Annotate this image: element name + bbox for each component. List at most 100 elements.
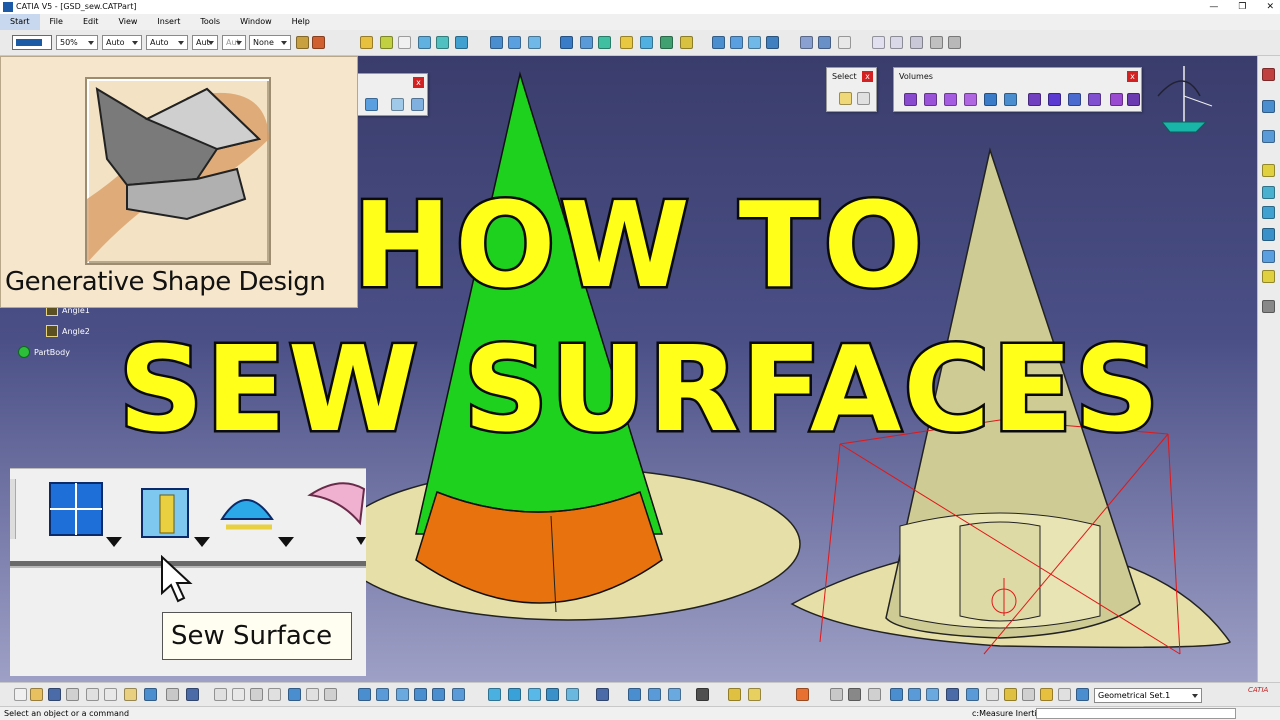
sweep-icon[interactable]	[1262, 250, 1275, 263]
part-icon[interactable]	[648, 688, 661, 701]
trim-icon[interactable]	[620, 36, 633, 49]
hide-show-icon[interactable]	[528, 688, 541, 701]
layer-combo[interactable]: None	[249, 35, 291, 50]
volume-revolve-icon[interactable]	[924, 93, 937, 106]
rotate-view-icon[interactable]	[396, 688, 409, 701]
sew-surface-icon[interactable]	[141, 488, 210, 547]
color-swatch[interactable]	[12, 35, 52, 50]
menu-insert[interactable]: Insert	[147, 14, 190, 30]
line-icon[interactable]	[908, 688, 921, 701]
point-icon[interactable]	[890, 688, 903, 701]
transparency-combo[interactable]: 50%	[56, 35, 98, 50]
close-button[interactable]: ✕	[1266, 0, 1274, 14]
join-icon[interactable]	[49, 482, 122, 547]
hole-icon[interactable]	[830, 688, 843, 701]
cut-icon[interactable]	[86, 688, 99, 701]
point-type-combo[interactable]: Aut	[192, 35, 218, 50]
translate-icon[interactable]	[712, 36, 725, 49]
compass-widget[interactable]	[1157, 66, 1213, 133]
menu-view[interactable]: View	[108, 14, 147, 30]
menu-window[interactable]: Window	[230, 14, 282, 30]
menu-file[interactable]: File	[40, 14, 73, 30]
zoom-out-icon[interactable]	[432, 688, 445, 701]
work-on-support-icon[interactable]	[838, 36, 851, 49]
axis-icon[interactable]	[868, 688, 881, 701]
render-style-combo[interactable]: Aut	[222, 35, 246, 50]
drafting-icon[interactable]	[628, 688, 641, 701]
volume-cylinder-icon[interactable]	[964, 93, 977, 106]
render-icon[interactable]	[508, 688, 521, 701]
close-icon[interactable]: x	[1127, 71, 1138, 82]
formula-icon[interactable]	[214, 688, 227, 701]
curve-icon[interactable]	[1262, 186, 1275, 199]
save-icon[interactable]	[48, 688, 61, 701]
knowledge-icon[interactable]	[232, 688, 245, 701]
brush-icon[interactable]	[312, 36, 325, 49]
offset-icon[interactable]	[1262, 228, 1275, 241]
measure-icon[interactable]	[930, 36, 943, 49]
volume-offset-icon[interactable]	[984, 93, 997, 106]
minimize-button[interactable]: —	[1209, 0, 1218, 14]
circle-icon[interactable]	[391, 98, 404, 111]
view-iso-icon[interactable]	[488, 688, 501, 701]
spline-icon[interactable]	[411, 98, 424, 111]
scaling-icon[interactable]	[766, 36, 779, 49]
measure-icon[interactable]	[1262, 100, 1275, 113]
volume-extrude-icon[interactable]	[904, 93, 917, 106]
intersection-icon[interactable]	[966, 688, 979, 701]
line-icon[interactable]	[380, 36, 393, 49]
close-icon[interactable]: x	[413, 77, 424, 88]
join-icon[interactable]	[560, 36, 573, 49]
axis-system-icon[interactable]	[800, 36, 813, 49]
paste-icon[interactable]	[124, 688, 137, 701]
geometrical-set-icon[interactable]	[1076, 688, 1089, 701]
undo-icon[interactable]	[144, 688, 157, 701]
restore-button[interactable]: ❐	[1238, 0, 1246, 14]
volume-remove-icon[interactable]	[1127, 93, 1140, 106]
shading-icon[interactable]	[566, 688, 579, 701]
point-icon[interactable]	[360, 36, 373, 49]
line-type-combo[interactable]: Auto	[146, 35, 188, 50]
measure-between-icon[interactable]	[948, 36, 961, 49]
volume-close-icon[interactable]	[1028, 93, 1041, 106]
revolve-icon[interactable]	[436, 36, 449, 49]
sew-icon[interactable]	[580, 36, 593, 49]
product-icon[interactable]	[668, 688, 681, 701]
connect-checker-icon[interactable]	[890, 36, 903, 49]
copy-icon[interactable]	[104, 688, 117, 701]
curve-icon[interactable]	[986, 688, 999, 701]
menu-help[interactable]: Help	[282, 14, 320, 30]
trim-icon[interactable]	[307, 482, 366, 545]
catalog-icon[interactable]	[288, 688, 301, 701]
select-arrow-icon[interactable]	[839, 92, 852, 105]
pan-icon[interactable]	[376, 688, 389, 701]
fill-icon[interactable]	[1262, 270, 1275, 283]
boundary-icon[interactable]	[640, 36, 653, 49]
split-icon[interactable]	[598, 36, 611, 49]
analysis-icon[interactable]	[872, 36, 885, 49]
close-icon[interactable]: x	[862, 71, 873, 82]
surface-icon[interactable]	[1262, 206, 1275, 219]
fill-icon[interactable]	[528, 36, 541, 49]
line-thickness-combo[interactable]: Auto	[102, 35, 142, 50]
help-icon[interactable]	[186, 688, 199, 701]
info-icon[interactable]	[1058, 688, 1071, 701]
new-icon[interactable]	[14, 688, 27, 701]
volume-draft-icon[interactable]	[1088, 93, 1101, 106]
plane-icon[interactable]	[926, 688, 939, 701]
volume-sphere-icon[interactable]	[944, 93, 957, 106]
fillet-icon[interactable]	[680, 36, 693, 49]
macro-icon[interactable]	[306, 688, 319, 701]
menu-start[interactable]: Start	[0, 14, 40, 30]
analysis-icon[interactable]	[1262, 130, 1275, 143]
tool-icon[interactable]	[1262, 68, 1275, 81]
sketcher-icon[interactable]	[728, 688, 741, 701]
painter-icon[interactable]	[296, 36, 309, 49]
volume-thick-icon[interactable]	[1004, 93, 1017, 106]
pattern-icon[interactable]	[365, 98, 378, 111]
fit-all-icon[interactable]	[358, 688, 371, 701]
trap-select-icon[interactable]	[857, 92, 870, 105]
smile-icon[interactable]	[1040, 688, 1053, 701]
print-icon[interactable]	[66, 688, 79, 701]
geometrical-set-combo[interactable]: Geometrical Set.1	[1094, 688, 1202, 703]
